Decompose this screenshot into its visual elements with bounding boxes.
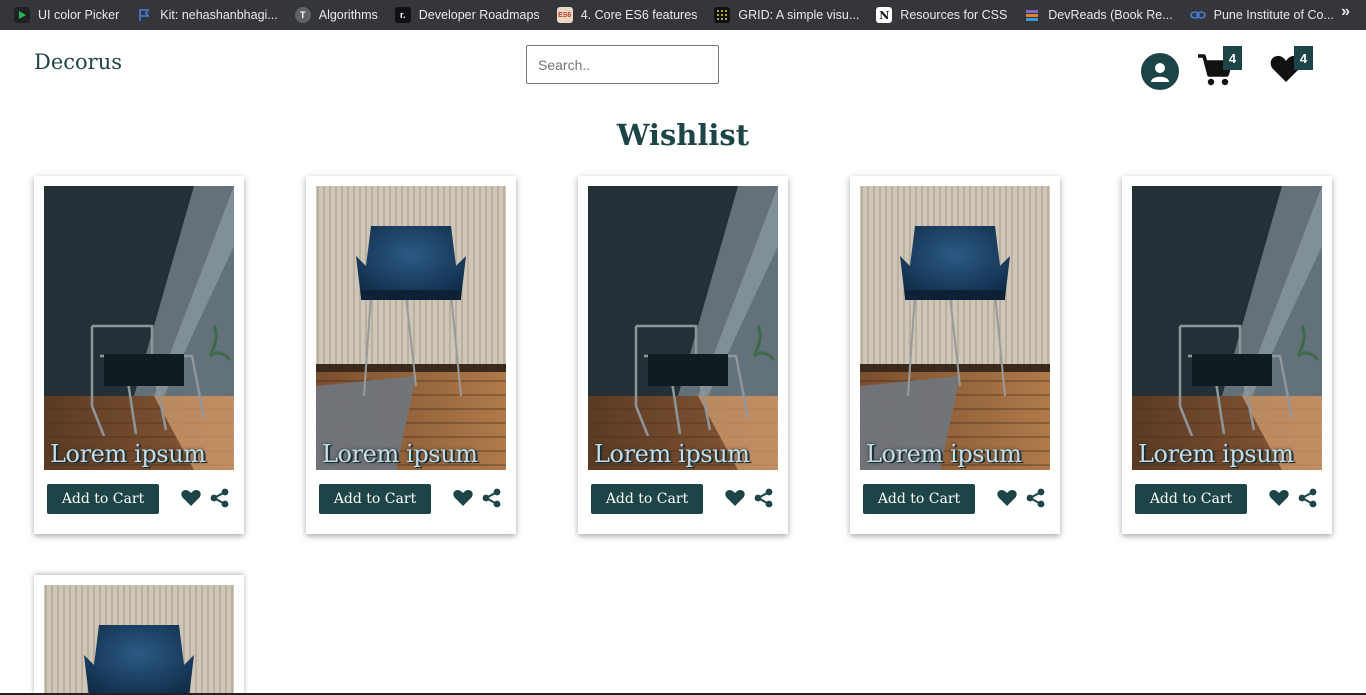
add-to-cart-button[interactable]: Add to Cart xyxy=(1135,484,1247,514)
bookmark-label: Algorithms xyxy=(318,8,378,22)
share-icon[interactable] xyxy=(754,488,774,508)
product-name: Lorem ipsum xyxy=(866,440,1022,468)
bookmark-label: Pune Institute of Co... xyxy=(1213,8,1334,22)
heart-icon[interactable] xyxy=(1269,489,1289,507)
product-card xyxy=(34,575,244,695)
bookmark-resources-css[interactable]: N Resources for CSS xyxy=(876,4,1007,26)
user-account-button[interactable] xyxy=(1141,53,1179,90)
add-to-cart-button[interactable]: Add to Cart xyxy=(863,484,975,514)
share-icon[interactable] xyxy=(1026,488,1046,508)
product-image[interactable]: Lorem ipsum xyxy=(316,186,506,470)
product-image[interactable]: Lorem ipsum xyxy=(860,186,1050,470)
wishlist-count-badge: 4 xyxy=(1294,46,1313,70)
product-image[interactable]: Lorem ipsum xyxy=(1132,186,1322,470)
bookmark-pune-institute[interactable]: Pune Institute of Co... xyxy=(1189,4,1334,26)
product-name: Lorem ipsum xyxy=(594,440,750,468)
add-to-cart-button[interactable]: Add to Cart xyxy=(319,484,431,514)
bookmarks-bar: UI color Picker Kit: nehashanbhagi... T … xyxy=(0,0,1366,30)
heart-icon[interactable] xyxy=(181,489,201,507)
bookmark-algorithms[interactable]: T Algorithms xyxy=(294,4,378,26)
add-to-cart-button[interactable]: Add to Cart xyxy=(591,484,703,514)
chevron-double-right-icon[interactable]: » xyxy=(1341,3,1350,21)
bookmark-label: Developer Roadmaps xyxy=(418,8,540,22)
cart-count-badge: 4 xyxy=(1223,46,1242,70)
share-icon[interactable] xyxy=(482,488,502,508)
bookmark-developer-roadmaps[interactable]: r. Developer Roadmaps xyxy=(394,4,540,26)
link-icon xyxy=(1189,7,1206,23)
brand-logo[interactable]: Decorus xyxy=(34,50,122,74)
bookmark-label: Resources for CSS xyxy=(900,8,1008,22)
heart-icon[interactable] xyxy=(453,489,473,507)
flag-icon xyxy=(136,7,152,23)
product-card: Lorem ipsum Add to Cart xyxy=(1122,176,1332,534)
add-to-cart-button[interactable]: Add to Cart xyxy=(47,484,159,514)
play-icon xyxy=(14,7,30,23)
bookmark-core-es6[interactable]: ES6 4. Core ES6 features xyxy=(556,4,698,26)
user-icon xyxy=(1151,62,1169,82)
grid-dots-icon xyxy=(714,7,731,23)
page-title: Wishlist xyxy=(616,118,750,152)
heart-icon[interactable] xyxy=(725,489,745,507)
product-card: Lorem ipsum Add to Cart xyxy=(306,176,516,534)
es6-icon: ES6 xyxy=(556,7,573,23)
books-icon xyxy=(1024,7,1040,23)
cart-button[interactable]: 4 xyxy=(1197,46,1242,87)
heart-icon[interactable] xyxy=(997,489,1017,507)
bookmark-label: Kit: nehashanbhagi... xyxy=(160,8,278,22)
bookmark-label: DevReads (Book Re... xyxy=(1048,8,1173,22)
bookmark-kit[interactable]: Kit: nehashanbhagi... xyxy=(136,4,278,26)
share-icon[interactable] xyxy=(1298,488,1318,508)
bookmark-ui-color-picker[interactable]: UI color Picker xyxy=(14,4,119,26)
product-card: Lorem ipsum Add to Cart xyxy=(34,176,244,534)
roadmap-icon: r. xyxy=(394,7,411,23)
wishlist-button[interactable]: 4 xyxy=(1270,46,1313,85)
product-image[interactable] xyxy=(44,585,234,695)
bookmark-label: 4. Core ES6 features xyxy=(580,8,698,22)
share-icon[interactable] xyxy=(210,488,230,508)
bookmark-devreads[interactable]: DevReads (Book Re... xyxy=(1024,4,1173,26)
product-name: Lorem ipsum xyxy=(50,440,206,468)
product-card: Lorem ipsum Add to Cart xyxy=(850,176,1060,534)
bookmark-label: UI color Picker xyxy=(38,8,120,22)
bookmark-label: GRID: A simple visu... xyxy=(738,8,860,22)
t-circle-icon: T xyxy=(294,7,311,23)
product-card: Lorem ipsum Add to Cart xyxy=(578,176,788,534)
product-name: Lorem ipsum xyxy=(322,440,478,468)
product-name: Lorem ipsum xyxy=(1138,440,1294,468)
product-image[interactable]: Lorem ipsum xyxy=(588,186,778,470)
product-image[interactable]: Lorem ipsum xyxy=(44,186,234,470)
search-input[interactable] xyxy=(526,45,719,84)
notion-icon: N xyxy=(876,7,893,23)
bookmark-grid[interactable]: GRID: A simple visu... xyxy=(714,4,859,26)
